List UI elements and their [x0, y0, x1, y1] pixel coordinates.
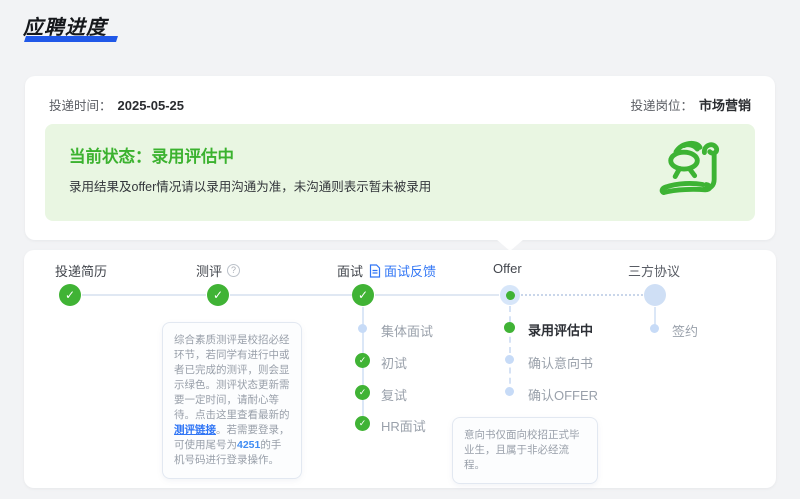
stage-assessment-label: 测评 — [196, 261, 241, 280]
interview-feedback-link[interactable]: 面试反馈 — [384, 261, 436, 280]
submit-time-label: 投递时间： — [49, 99, 112, 113]
stage-offer-label: Offer — [493, 261, 522, 276]
confirm-intent-dot-icon — [505, 355, 514, 364]
stage-resume-label: 投递简历 — [55, 264, 108, 279]
hr-interview-check-icon — [355, 416, 370, 431]
substep-second-interview: 复试 — [381, 388, 408, 403]
application-info-card: 投递时间： 2025-05-25 投递岗位： 市场营销 当前状态：录用评估中 录用结… — [25, 76, 775, 240]
page-title: 应聘进度 — [23, 17, 107, 39]
stage-interview-label: 面试 面试反馈 — [337, 261, 436, 280]
substep-hiring-evaluation: 录用评估中 — [528, 323, 594, 338]
substep-group-interview: 集体面试 — [381, 324, 434, 339]
group-interview-dot-icon — [358, 324, 367, 333]
document-icon — [369, 263, 381, 278]
confirm-offer-dot-icon — [505, 387, 514, 396]
resume-check-icon — [59, 284, 81, 306]
position-value: 市场营销 — [698, 98, 751, 113]
signing-dot-icon — [650, 324, 659, 333]
offer-current-node-icon — [500, 285, 520, 305]
connector-interview-offer — [375, 294, 499, 296]
assessment-link[interactable]: 测评链接 — [174, 424, 216, 436]
phone-tail-number: 4251 — [237, 439, 261, 451]
timeline-card: 投递简历 测评 面试面试反馈 Offer 三方协议 集体面试 初试 复试 HR面… — [24, 250, 776, 488]
substep-confirm-offer: 确认OFFER — [528, 388, 599, 403]
stage-agreement-label: 三方协议 — [628, 264, 681, 279]
submit-time: 投递时间： 2025-05-25 — [49, 95, 184, 115]
submit-time-value: 2025-05-25 — [117, 98, 185, 113]
substep-hr-interview: HR面试 — [381, 419, 426, 434]
connector-offer-agreement — [521, 294, 643, 296]
offer-scroll-icon — [659, 140, 720, 195]
interview-check-icon — [352, 284, 374, 306]
status-title: 当前状态：录用评估中 — [69, 148, 234, 166]
offer-note-tooltip: 意向书仅面向校招正式毕业生，且属于非必经流程。 — [452, 417, 598, 484]
status-banner: 当前状态：录用评估中 录用结果及offer情况请以录用沟通为准，未沟通则表示暂未… — [45, 124, 755, 221]
assessment-check-icon — [207, 284, 229, 306]
position-label: 投递岗位： — [630, 99, 693, 113]
connector-assessment-interview — [230, 294, 352, 296]
agreement-pending-node-icon — [644, 284, 666, 306]
application-progress-page: 应聘进度 投递时间： 2025-05-25 投递岗位： 市场营销 当前状态：录用评估… — [0, 0, 800, 499]
first-interview-check-icon — [355, 353, 370, 368]
offer-substeps-line — [509, 306, 511, 394]
question-circle-icon[interactable] — [227, 264, 241, 277]
substep-confirm-intent: 确认意向书 — [528, 356, 594, 371]
connector-resume-assessment — [82, 294, 206, 296]
second-interview-check-icon — [355, 385, 370, 400]
position: 投递岗位： 市场营销 — [630, 95, 751, 115]
status-desc: 录用结果及offer情况请以录用沟通为准，未沟通则表示暂未被录用 — [69, 180, 432, 194]
assessment-tooltip: 综合素质测评是校招必经环节，若同学有进行中或者已完成的测评，则会显示绿色。测评状… — [162, 322, 302, 479]
substep-first-interview: 初试 — [381, 356, 408, 371]
substep-signing: 签约 — [672, 324, 699, 339]
assessment-tooltip-text-1: 综合素质测评是校招必经环节，若同学有进行中或者已完成的测评，则会显示绿色。测评状… — [174, 334, 290, 421]
hiring-evaluation-dot-icon — [504, 322, 515, 333]
